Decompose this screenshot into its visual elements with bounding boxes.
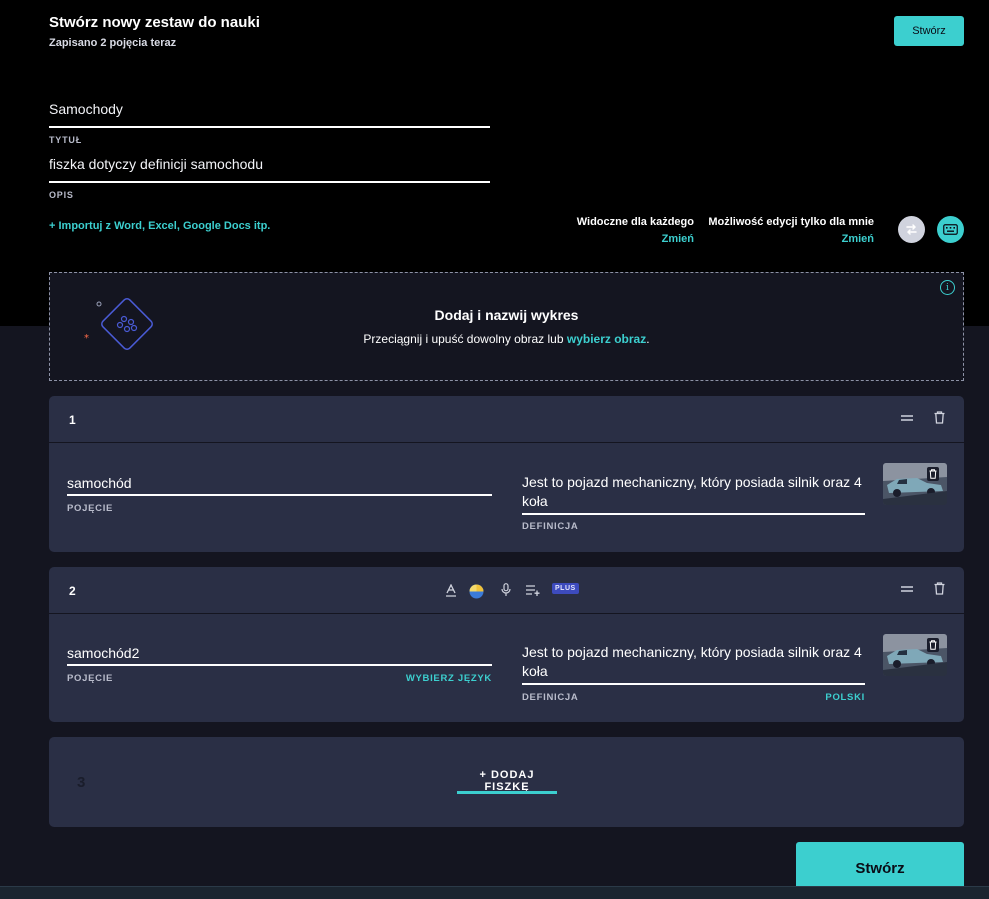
add-card-underline bbox=[457, 791, 557, 794]
keyboard-icon bbox=[943, 224, 958, 235]
term-input[interactable]: samochód bbox=[67, 475, 132, 491]
definition-underline bbox=[522, 513, 865, 515]
diagram-instructions-end: . bbox=[646, 332, 650, 346]
flashcard-2: 2 PLUS samochód2 POJĘCIE WYBIERZ JĘZYK J… bbox=[49, 567, 964, 722]
add-card-button[interactable]: + DODAJ FISZKĘ bbox=[457, 769, 557, 793]
import-link[interactable]: + Importuj z Word, Excel, Google Docs it… bbox=[49, 220, 270, 232]
description-underline bbox=[49, 181, 490, 183]
text-format-icon[interactable] bbox=[445, 584, 457, 597]
title-underline bbox=[49, 126, 490, 128]
drag-handle-icon[interactable] bbox=[901, 414, 913, 422]
swap-icon bbox=[906, 224, 917, 235]
edit-permission-change-link[interactable]: Zmień bbox=[704, 233, 874, 245]
image-delete-icon[interactable] bbox=[927, 638, 939, 652]
description-label: OPIS bbox=[49, 190, 74, 200]
definition-label: DEFINICJA bbox=[522, 692, 579, 703]
keyboard-shortcuts-button[interactable] bbox=[937, 216, 964, 243]
title-input[interactable]: Samochody bbox=[49, 101, 123, 117]
add-card-row: 3 + DODAJ FISZKĘ bbox=[49, 737, 964, 827]
choose-image-link[interactable]: wybierz obraz bbox=[567, 332, 646, 346]
diagram-dropzone[interactable]: * Dodaj i nazwij wykres Przeciągnij i up… bbox=[49, 272, 964, 381]
description-input[interactable]: fiszka dotyczy definicji samochodu bbox=[49, 156, 263, 172]
visibility-change-link[interactable]: Zmień bbox=[560, 233, 694, 245]
term-label: POJĘCIE bbox=[67, 503, 114, 514]
edit-permission-label: Możliwość edycji tylko dla mnie bbox=[708, 216, 874, 228]
diagram-illustration-icon: * bbox=[84, 298, 153, 350]
term-input[interactable]: samochód2 bbox=[67, 645, 139, 661]
definition-input[interactable]: Jest to pojazd mechaniczny, który posiad… bbox=[522, 643, 865, 681]
color-palette-icon[interactable] bbox=[469, 584, 484, 599]
term-label: POJĘCIE bbox=[67, 673, 114, 684]
card-image[interactable] bbox=[883, 463, 947, 505]
definition-underline bbox=[522, 683, 865, 685]
plus-badge[interactable]: PLUS bbox=[552, 583, 579, 594]
delete-card-icon[interactable] bbox=[934, 411, 945, 424]
card-image[interactable] bbox=[883, 634, 947, 676]
diagram-title: Dodaj i nazwij wykres bbox=[434, 307, 579, 323]
card-header: 1 bbox=[49, 396, 964, 443]
card-number: 2 bbox=[69, 584, 76, 598]
delete-card-icon[interactable] bbox=[934, 582, 945, 595]
diagram-instructions: Przeciągnij i upuść dowolny obraz lub wy… bbox=[50, 332, 963, 346]
term-underline bbox=[67, 494, 492, 496]
term-underline bbox=[67, 664, 492, 666]
flashcard-1: 1 samochód POJĘCIE Jest to pojazd mechan… bbox=[49, 396, 964, 552]
microphone-icon[interactable] bbox=[501, 583, 511, 597]
create-button-top[interactable]: Stwórz bbox=[894, 16, 964, 46]
definition-language-link[interactable]: POLSKI bbox=[665, 692, 865, 703]
window-bottom-strip bbox=[0, 886, 989, 899]
definition-input[interactable]: Jest to pojazd mechaniczny, który posiad… bbox=[522, 473, 865, 511]
diagram-instructions-text: Przeciągnij i upuść dowolny obraz lub bbox=[363, 332, 567, 346]
save-status: Zapisano 2 pojęcia teraz bbox=[49, 37, 177, 49]
swap-sides-button[interactable] bbox=[898, 216, 925, 243]
definition-label: DEFINICJA bbox=[522, 521, 579, 532]
title-label: TYTUŁ bbox=[49, 135, 82, 145]
info-icon[interactable]: i bbox=[940, 280, 955, 295]
add-to-list-icon[interactable] bbox=[526, 584, 541, 596]
choose-language-link[interactable]: WYBIERZ JĘZYK bbox=[292, 673, 492, 684]
drag-handle-icon[interactable] bbox=[901, 585, 913, 593]
card-header: 2 PLUS bbox=[49, 567, 964, 614]
page-title: Stwórz nowy zestaw do nauki bbox=[49, 14, 260, 31]
next-card-number: 3 bbox=[77, 774, 86, 791]
card-number: 1 bbox=[69, 413, 76, 427]
visibility-label: Widoczne dla każdego bbox=[576, 216, 694, 228]
image-delete-icon[interactable] bbox=[927, 467, 939, 481]
